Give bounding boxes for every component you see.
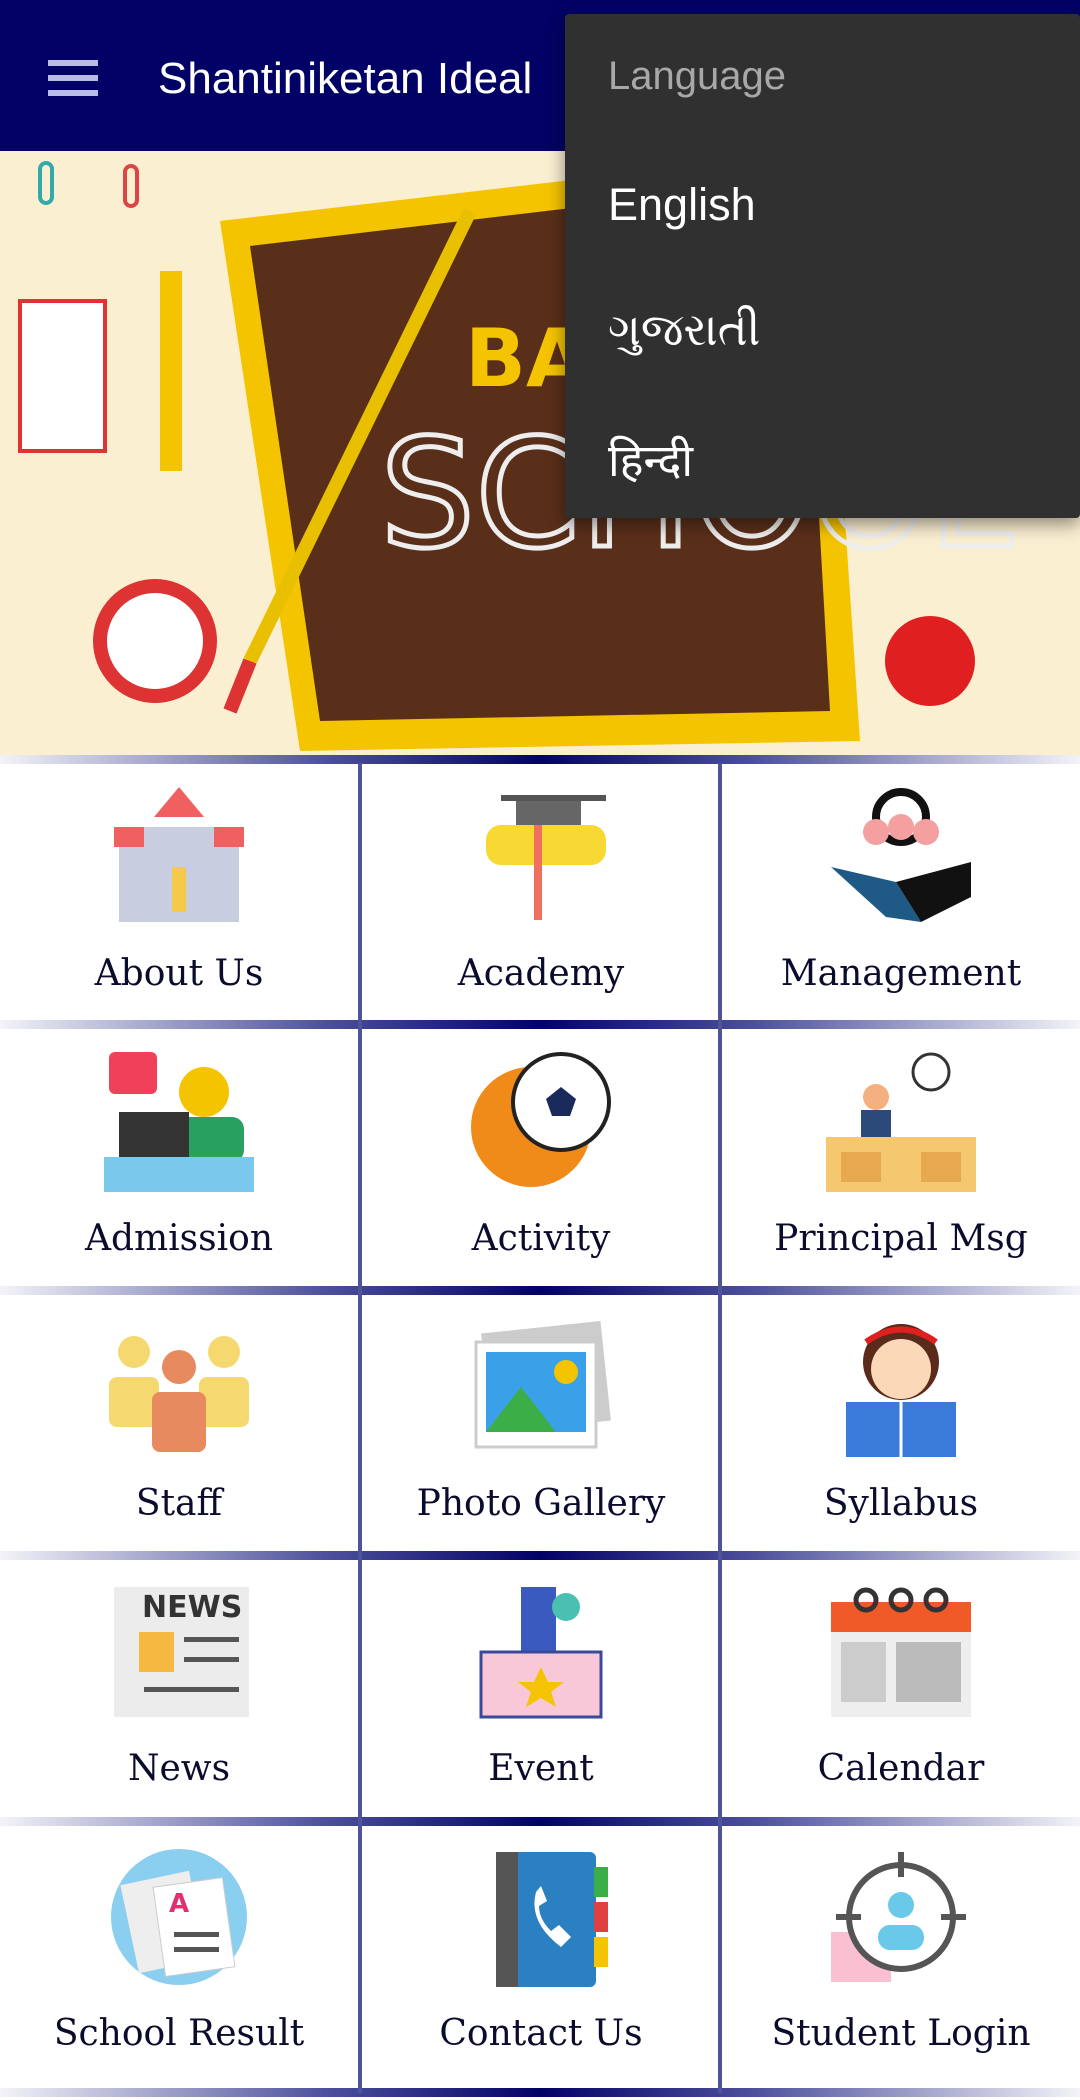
- grid-item-contact-us[interactable]: Contact Us: [362, 1823, 720, 2080]
- grid-item-label: Photo Gallery: [416, 1483, 666, 1524]
- grid-item-photo-gallery[interactable]: Photo Gallery: [362, 1293, 720, 1550]
- grid-item-management[interactable]: Management: [722, 763, 1080, 1020]
- grid-item-activity[interactable]: Activity: [362, 1028, 720, 1285]
- grid-item-label: Calendar: [817, 1748, 985, 1789]
- grid-item-student-login[interactable]: Student Login: [722, 1823, 1080, 2080]
- grid-item-label: Academy: [457, 953, 625, 994]
- grid-item-news[interactable]: NEWS News: [0, 1558, 358, 1815]
- grid-item-principal-msg[interactable]: Principal Msg: [722, 1028, 1080, 1285]
- grid-item-label: Staff: [135, 1483, 223, 1524]
- grid-item-label: Principal Msg: [774, 1218, 1028, 1259]
- language-option-english[interactable]: English: [608, 179, 756, 231]
- separator: [0, 2088, 1080, 2097]
- admission-desk-icon: [104, 1052, 254, 1192]
- grid-item-admission[interactable]: Admission: [0, 1028, 358, 1285]
- grid-item-syllabus[interactable]: Syllabus: [722, 1293, 1080, 1550]
- reading-girl-icon: [846, 1324, 956, 1457]
- language-menu-header: Language: [608, 54, 786, 98]
- grid-item-about-us[interactable]: About Us: [0, 763, 358, 1020]
- phone-book-icon: [496, 1852, 608, 1987]
- principal-desk-icon: [826, 1052, 976, 1192]
- grid-item-label: Contact Us: [439, 2013, 643, 2054]
- svg-text:NEWS: NEWS: [142, 1590, 242, 1625]
- grid-item-label: Student Login: [771, 2013, 1031, 2054]
- grid-item-school-result[interactable]: A School Result: [0, 1823, 358, 2080]
- grid-item-label: News: [127, 1748, 231, 1789]
- student-target-icon: [831, 1852, 966, 1982]
- grid-item-academy[interactable]: Academy: [362, 763, 720, 1020]
- calendar-icon: [831, 1587, 971, 1717]
- grid-item-label: Activity: [471, 1218, 611, 1259]
- language-option-hindi[interactable]: हिन्दी: [608, 429, 693, 490]
- grid-item-label: Event: [488, 1748, 594, 1789]
- grid-item-calendar[interactable]: Calendar: [722, 1558, 1080, 1815]
- grid-item-label: School Result: [53, 2013, 305, 2054]
- handshake-team-icon: [831, 788, 971, 922]
- language-option-gujarati[interactable]: ગુજરાતી: [608, 304, 760, 357]
- svg-text:A: A: [169, 1889, 189, 1919]
- photo-gallery-icon: [474, 1321, 611, 1449]
- football-icon: [471, 1052, 611, 1187]
- newspaper-icon: NEWS: [114, 1587, 249, 1717]
- grid-item-label: About Us: [94, 953, 264, 994]
- hamburger-icon[interactable]: [48, 60, 98, 96]
- staff-people-icon: [109, 1336, 249, 1452]
- result-sheet-icon: A: [111, 1849, 247, 1985]
- grid-item-label: Syllabus: [823, 1483, 979, 1524]
- language-dropdown-menu: Language English ગુજરાતી हिन्दी: [565, 14, 1080, 518]
- graduation-diploma-icon: [486, 795, 606, 920]
- grid-item-staff[interactable]: Staff: [0, 1293, 358, 1550]
- school-building-icon: [114, 787, 244, 922]
- grid-item-event[interactable]: Event: [362, 1558, 720, 1815]
- app-title: Shantiniketan Ideal: [158, 54, 533, 103]
- grid-item-label: Management: [780, 953, 1022, 994]
- grid-item-label: Admission: [84, 1218, 273, 1259]
- event-box-icon: [479, 1587, 603, 1719]
